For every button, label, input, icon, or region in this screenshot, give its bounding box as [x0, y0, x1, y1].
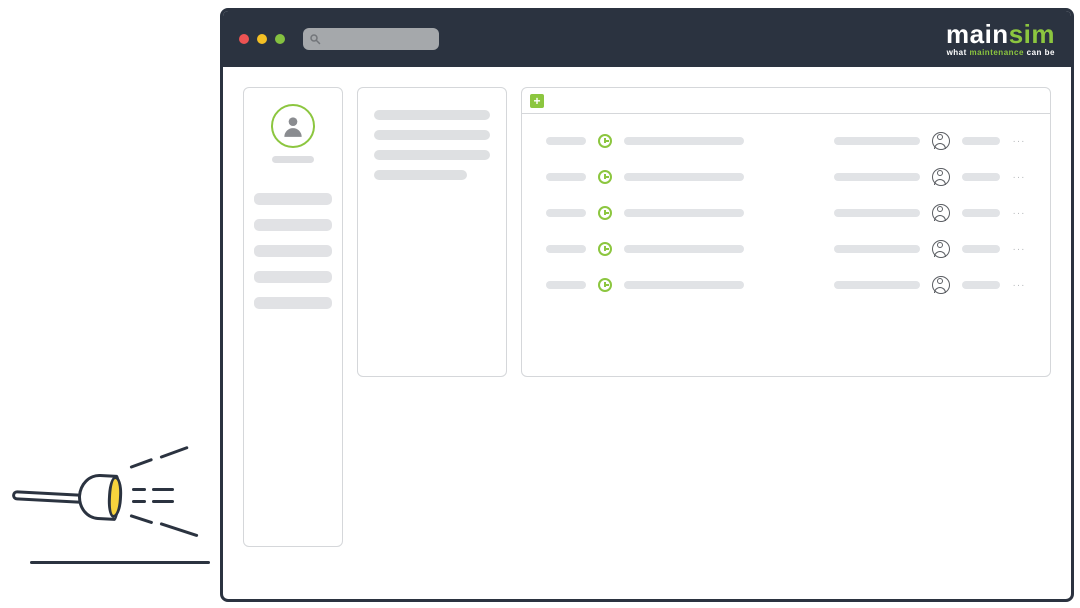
- clock-icon: [598, 170, 612, 184]
- titlebar: mainsim what maintenance can be: [223, 11, 1071, 67]
- cell: [624, 245, 744, 253]
- avatar[interactable]: [271, 104, 315, 148]
- avatar-name: [272, 156, 314, 163]
- kebab-icon[interactable]: ···: [1012, 136, 1026, 147]
- list-item[interactable]: ···: [546, 168, 1026, 186]
- clock-icon: [598, 134, 612, 148]
- list-item[interactable]: ···: [546, 204, 1026, 222]
- person-icon: [932, 168, 950, 186]
- list-panel: + ···: [521, 87, 1051, 377]
- cell: [962, 137, 1000, 145]
- cell: [834, 173, 920, 181]
- flashlight-icon: [12, 422, 222, 552]
- person-icon: [932, 276, 950, 294]
- cell: [546, 245, 586, 253]
- cell: [624, 209, 744, 217]
- list-header: +: [522, 88, 1050, 114]
- sidebar-item[interactable]: [254, 219, 332, 231]
- person-icon: [932, 204, 950, 222]
- list-body: ··· ···: [522, 114, 1050, 376]
- sidebar-item[interactable]: [254, 297, 332, 309]
- tagline-pre: what: [947, 48, 970, 57]
- cell: [834, 209, 920, 217]
- minimize-icon[interactable]: [257, 34, 267, 44]
- cell: [546, 137, 586, 145]
- close-icon[interactable]: [239, 34, 249, 44]
- cell: [546, 281, 586, 289]
- person-icon: [932, 240, 950, 258]
- add-button[interactable]: +: [530, 94, 544, 108]
- tagline-post: can be: [1024, 48, 1055, 57]
- search-input[interactable]: [303, 28, 439, 50]
- cell: [624, 173, 744, 181]
- sidebar-item[interactable]: [254, 193, 332, 205]
- cell: [546, 209, 586, 217]
- cell: [962, 173, 1000, 181]
- kebab-icon[interactable]: ···: [1012, 208, 1026, 219]
- list-item[interactable]: ···: [546, 132, 1026, 150]
- kebab-icon[interactable]: ···: [1012, 244, 1026, 255]
- app-window: mainsim what maintenance can be: [220, 8, 1074, 602]
- cell: [624, 281, 744, 289]
- sidebar-item[interactable]: [254, 271, 332, 283]
- brand-accent: sim: [1009, 19, 1055, 49]
- kebab-icon[interactable]: ···: [1012, 172, 1026, 183]
- workspace: + ···: [223, 67, 1071, 599]
- summary-line: [374, 170, 467, 180]
- cell: [624, 137, 744, 145]
- person-icon: [932, 132, 950, 150]
- clock-icon: [598, 278, 612, 292]
- list-item[interactable]: ···: [546, 240, 1026, 258]
- summary-line: [374, 110, 490, 120]
- cell: [834, 281, 920, 289]
- cell: [546, 173, 586, 181]
- search-icon: [309, 33, 321, 45]
- kebab-icon[interactable]: ···: [1012, 280, 1026, 291]
- cell: [834, 137, 920, 145]
- cell: [962, 245, 1000, 253]
- tagline-accent: maintenance: [970, 48, 1024, 57]
- brand-logo: mainsim what maintenance can be: [946, 21, 1055, 57]
- person-icon: [280, 113, 306, 139]
- sidebar: [243, 87, 343, 547]
- zoom-icon[interactable]: [275, 34, 285, 44]
- summary-line: [374, 130, 490, 140]
- sidebar-item[interactable]: [254, 245, 332, 257]
- clock-icon: [598, 206, 612, 220]
- cell: [962, 209, 1000, 217]
- brand-main: main: [946, 19, 1009, 49]
- list-item[interactable]: ···: [546, 276, 1026, 294]
- summary-line: [374, 150, 490, 160]
- cell: [962, 281, 1000, 289]
- summary-panel: [357, 87, 507, 377]
- add-icon: +: [533, 95, 540, 107]
- clock-icon: [598, 242, 612, 256]
- cell: [834, 245, 920, 253]
